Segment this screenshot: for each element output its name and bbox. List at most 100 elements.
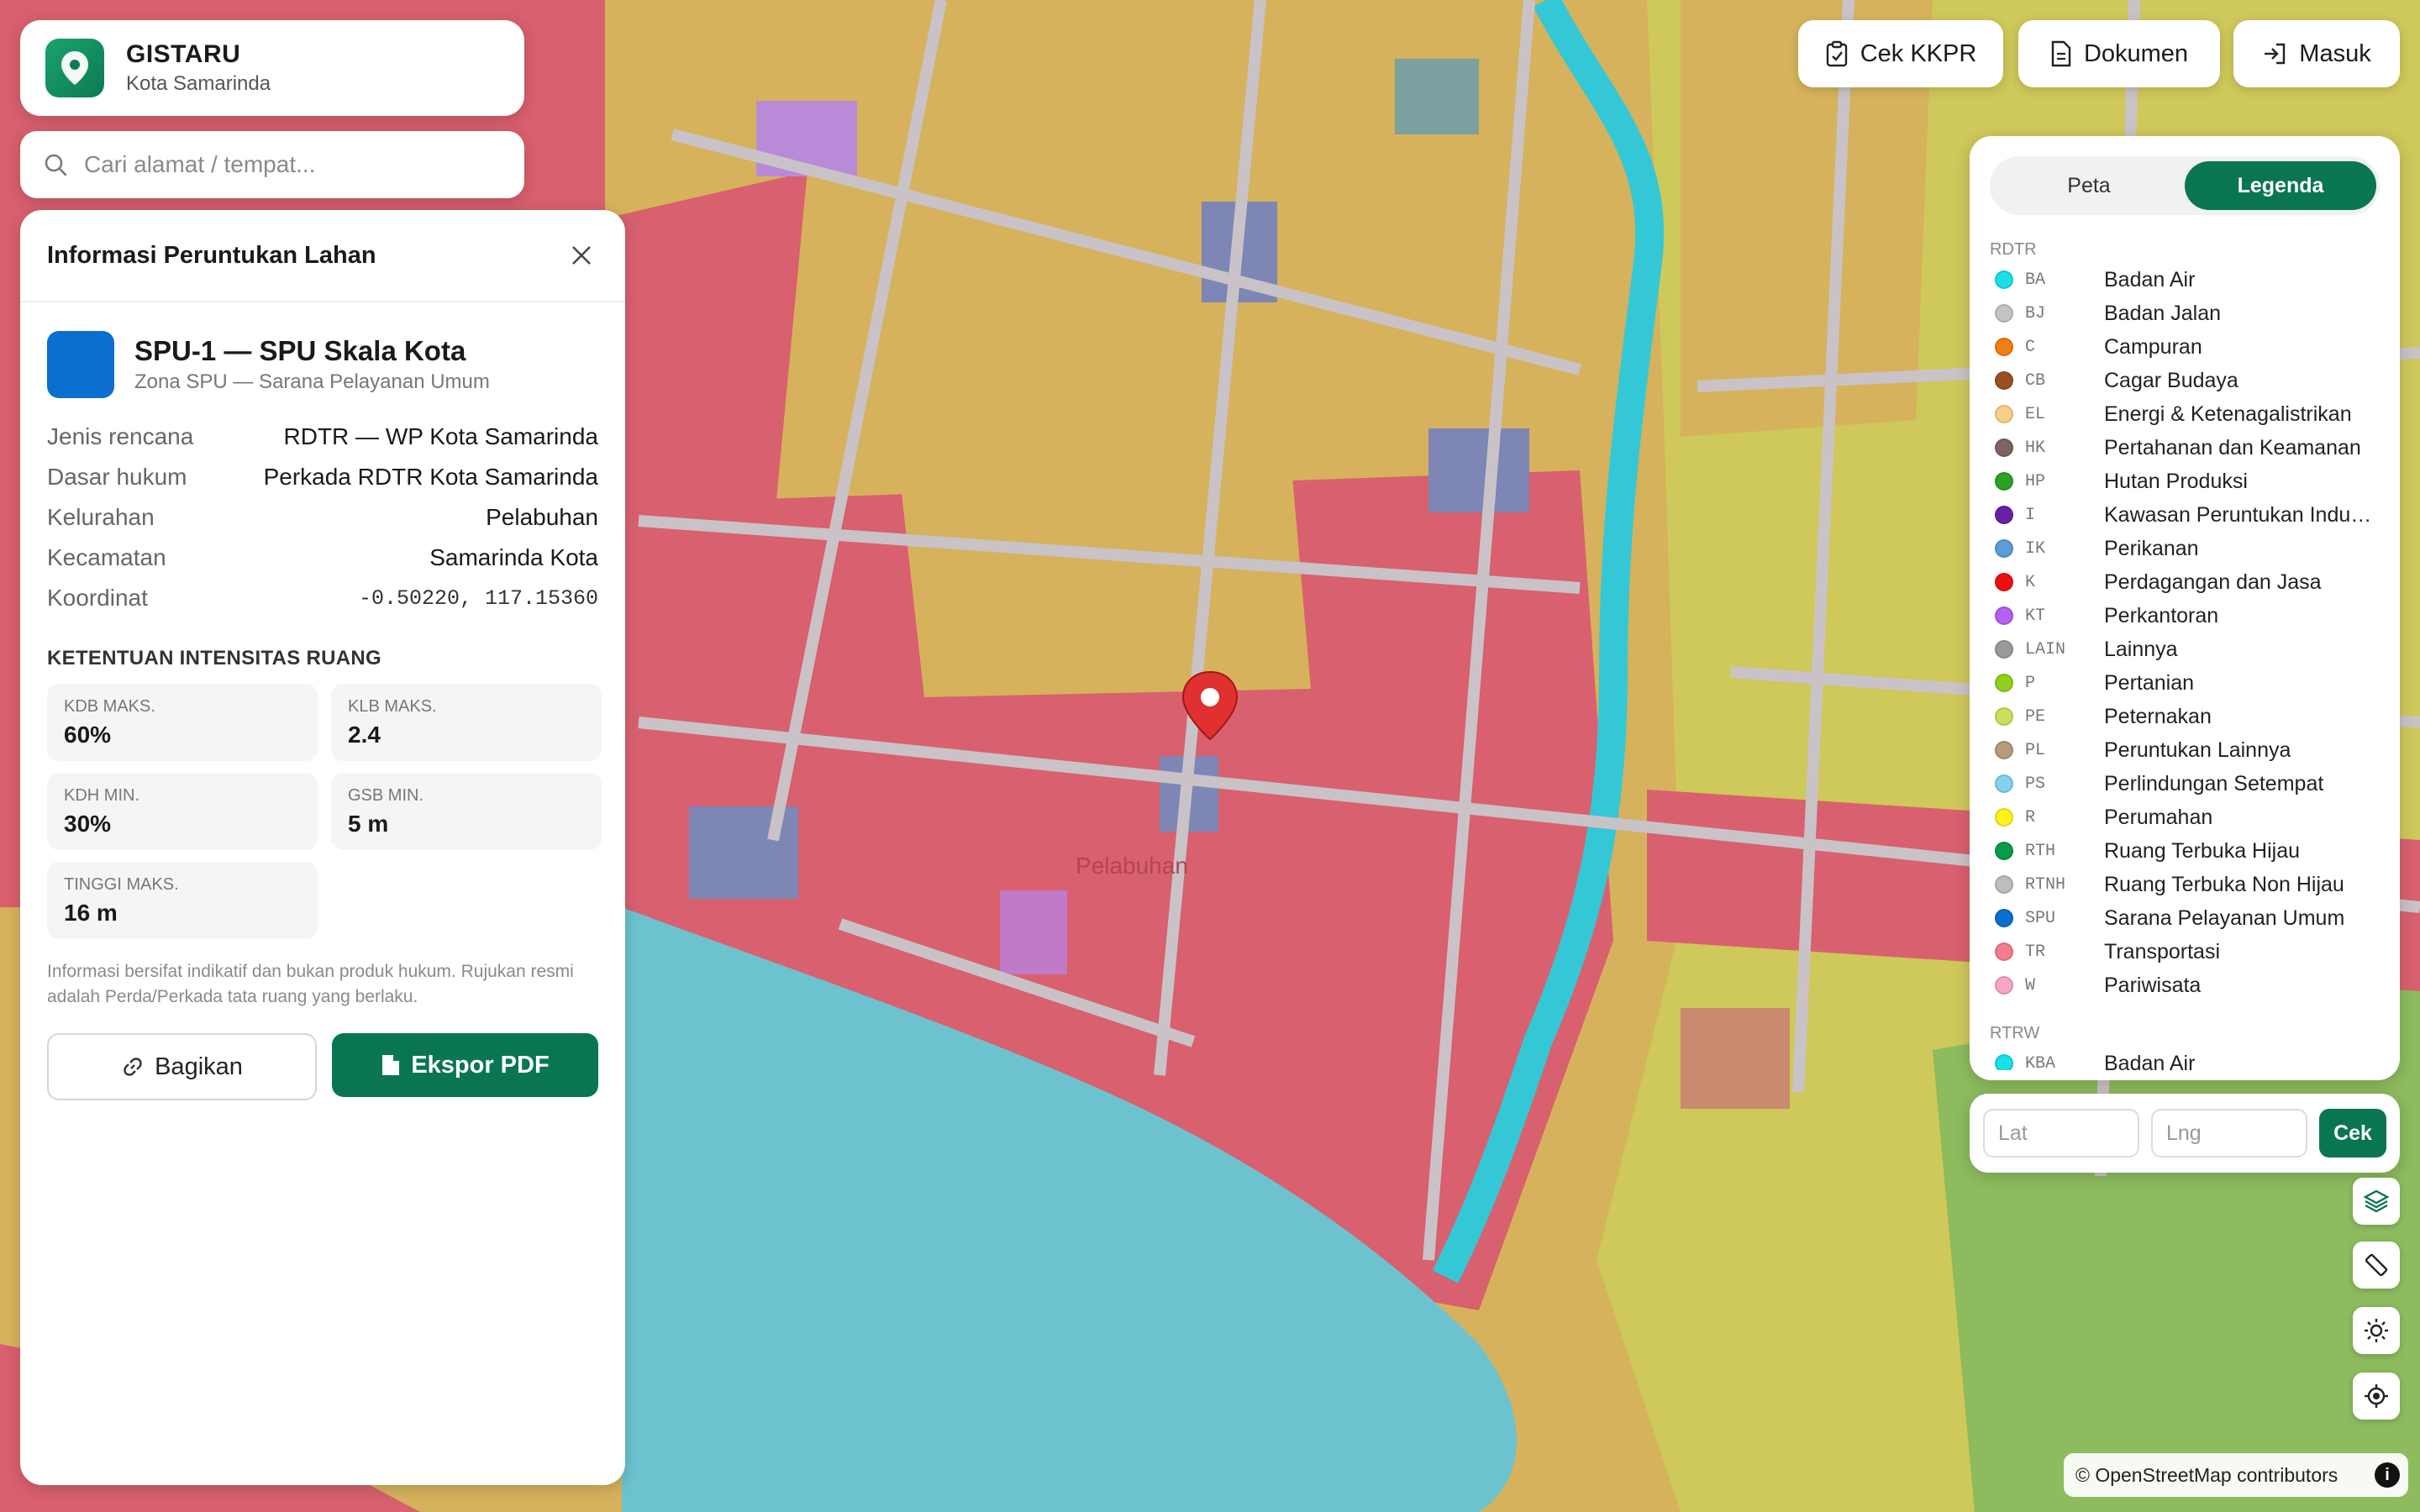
check-kkpr-label: Cek KKPR <box>1860 39 1977 67</box>
intensity-cell-height: TINGGI MAKS. 16 m <box>47 862 318 939</box>
info-icon[interactable]: i <box>2375 1462 2400 1488</box>
legend-name: Sarana Pelayanan Umum <box>2104 906 2345 930</box>
share-button[interactable]: Bagikan <box>47 1033 317 1100</box>
legend-item: HK Pertahanan dan Keamanan <box>1970 431 2400 465</box>
legend-item: LAIN Lainnya <box>1970 633 2400 666</box>
zone-housing-north <box>882 302 1311 697</box>
legend-code: BA <box>2025 270 2046 290</box>
document-icon <box>2051 40 2071 67</box>
legend-code: HK <box>2025 438 2046 458</box>
legend-name: Kawasan Peruntukan Industri <box>2104 502 2373 527</box>
legend-name: Pertahanan dan Keamanan <box>2104 435 2361 459</box>
map-label-area: Pelabuhan <box>1076 853 1188 879</box>
close-icon <box>572 246 591 265</box>
legend-color-dot <box>1995 1054 2013 1070</box>
legend-item: PS Perlindungan Setempat <box>1970 767 2400 801</box>
legend-item: EL Energi & Ketenagalistrikan <box>1970 397 2400 431</box>
legend-name: Perkantoran <box>2104 603 2219 627</box>
documents-label: Dokumen <box>2083 39 2189 67</box>
legend-item: TR Transportasi <box>1970 935 2400 969</box>
zone-summary: SPU-1 — SPU Skala Kota Zona SPU — Sarana… <box>20 302 625 398</box>
tab-map[interactable]: Peta <box>1993 161 2185 210</box>
close-button[interactable] <box>565 239 598 272</box>
legend-color-dot <box>1995 976 2013 995</box>
theme-toggle-button[interactable] <box>2353 1307 2400 1354</box>
disclaimer-note: Informasi bersifat indikatif dan bukan p… <box>47 962 574 1006</box>
documents-button[interactable]: Dokumen <box>2018 20 2220 87</box>
legend-item: SPU Sarana Pelayanan Umum <box>1970 901 2400 935</box>
legend-item: BA Badan Air <box>1970 263 2400 297</box>
legend-code: EL <box>2025 404 2046 424</box>
my-location-button[interactable] <box>2353 1373 2400 1420</box>
check-coordinate-button[interactable]: Cek <box>2319 1109 2386 1158</box>
legend-name: Perumahan <box>2104 805 2213 829</box>
intensity-grid: KDB MAKS. 60% KLB MAKS. 2.4 KDH MIN. 30% GS… <box>20 670 625 939</box>
attr-key: Jenis rencana <box>47 423 194 449</box>
legend-code: LAIN <box>2025 639 2066 659</box>
info-panel-header: Informasi Peruntukan Lahan <box>20 210 625 302</box>
cell-value: 30% <box>64 810 112 837</box>
login-button[interactable]: Masuk <box>2233 20 2400 87</box>
info-panel-title: Informasi Peruntukan Lahan <box>47 241 376 269</box>
legend-color-dot <box>1995 875 2013 894</box>
legend-color-dot <box>1995 405 2013 423</box>
legend-name: Ruang Terbuka Hijau <box>2104 838 2301 863</box>
legend-name: Energi & Ketenagalistrikan <box>2104 402 2352 426</box>
tab-legend[interactable]: Legenda <box>2185 161 2376 210</box>
search-bar <box>20 131 524 198</box>
legend-code: TR <box>2025 942 2046 962</box>
cell-value: 5 m <box>348 810 389 837</box>
app-subtitle: Kota Samarinda <box>126 72 271 95</box>
latitude-input[interactable] <box>1983 1109 2139 1158</box>
legend-item: R Perumahan <box>1970 801 2400 834</box>
coordinate-check: Cek <box>1970 1094 2400 1173</box>
legend-code: IK <box>2025 538 2046 559</box>
cell-label: TINGGI MAKS. <box>64 874 179 894</box>
file-icon <box>382 1055 400 1075</box>
legend-name: Pertanian <box>2104 670 2195 695</box>
legend-group-rtrw: RTRW <box>1990 1024 2040 1042</box>
legend-name: Perlindungan Setempat <box>2104 771 2324 795</box>
zone-name: SPU-1 — SPU Skala Kota <box>134 335 466 366</box>
intensity-cell-klb: KLB MAKS. 2.4 <box>331 684 602 761</box>
attr-row-plan-type: Jenis rencana RDTR — WP Kota Samarinda <box>47 417 598 457</box>
legend-name: Badan Air <box>2104 267 2196 291</box>
layers-button[interactable] <box>2353 1178 2400 1225</box>
legend-name: Perdagangan dan Jasa <box>2104 570 2322 594</box>
legend-color-dot <box>1995 640 2013 659</box>
legend-color-dot <box>1995 338 2013 356</box>
legend-list[interactable]: RDTR BA Badan Air BJ Badan Jalan C Campuran CB… <box>1970 230 2400 1070</box>
legend-color-dot <box>1995 842 2013 860</box>
legend-code: PL <box>2025 740 2046 760</box>
search-input[interactable] <box>82 150 506 179</box>
legend-code: BJ <box>2025 303 2046 323</box>
legend-name: Lainnya <box>2104 637 2178 661</box>
legend-name: Badan Jalan <box>2104 301 2222 325</box>
legend-item: CB Cagar Budaya <box>1970 364 2400 397</box>
measure-button[interactable] <box>2353 1242 2400 1289</box>
zone-description: Zona SPU — Sarana Pelayanan Umum <box>134 370 490 393</box>
intensity-section-title: KETENTUAN INTENSITAS RUANG <box>47 647 382 669</box>
intensity-cell-kdb: KDB MAKS. 60% <box>47 684 318 761</box>
legend-item: RTNH Ruang Terbuka Non Hijau <box>1970 868 2400 901</box>
legend-items: BA Badan Air BJ Badan Jalan C Campuran CB Cagar… <box>1970 263 2400 1002</box>
block-heritage <box>1681 1008 1790 1109</box>
clipboard-check-icon <box>1826 40 1847 67</box>
legend-code: W <box>2025 975 2036 995</box>
legend-color-dot <box>1995 438 2013 457</box>
legend-code: PE <box>2025 706 2046 727</box>
legend-item: HP Hutan Produksi <box>1970 465 2400 498</box>
legend-color-dot <box>1995 606 2013 625</box>
attribution-text: © OpenStreetMap contributors <box>2075 1463 2338 1486</box>
login-icon <box>2265 43 2286 65</box>
attr-key: Kecamatan <box>47 544 166 570</box>
legend-code: R <box>2025 807 2036 827</box>
attr-row-legal-basis: Dasar hukum Perkada RDTR Kota Samarinda <box>47 457 598 497</box>
crosshair-icon <box>2365 1384 2388 1408</box>
longitude-input[interactable] <box>2151 1109 2307 1158</box>
check-kkpr-button[interactable]: Cek KKPR <box>1798 20 2003 87</box>
cell-label: KLB MAKS. <box>348 696 437 716</box>
app-title: GISTARU <box>126 40 241 68</box>
export-pdf-button[interactable]: Ekspor PDF <box>332 1033 598 1097</box>
layers-icon <box>2363 1189 2390 1213</box>
